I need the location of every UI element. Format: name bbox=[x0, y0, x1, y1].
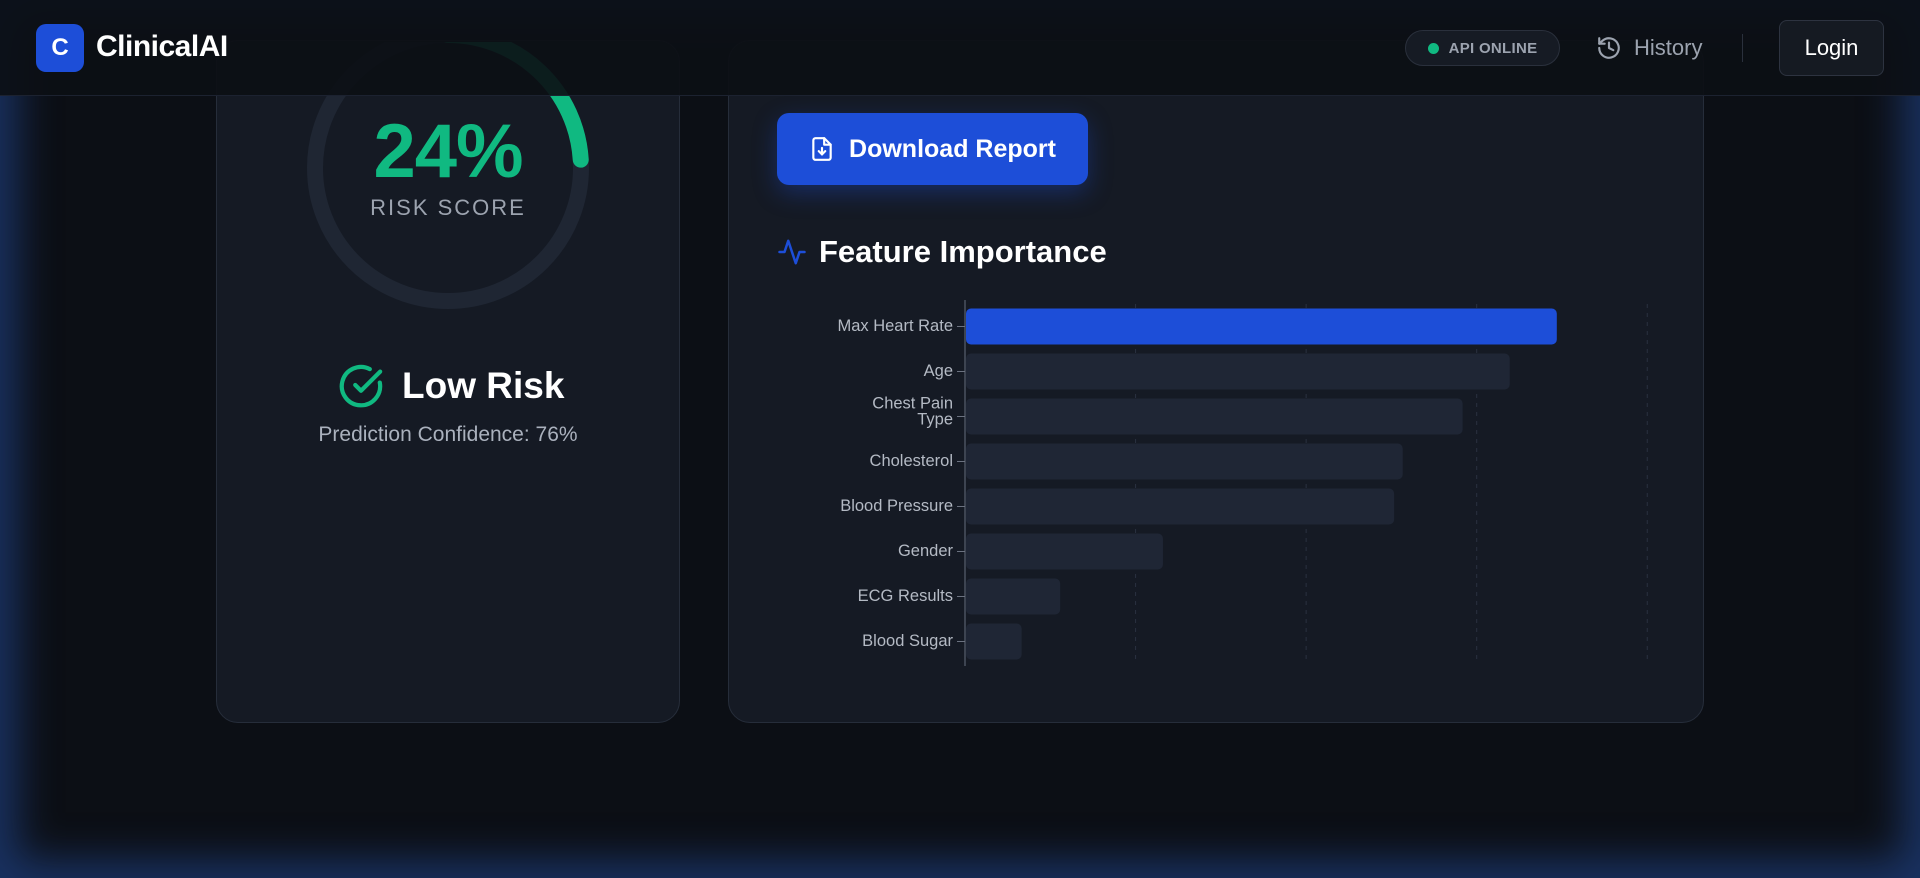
app-window: C ClinicalAI API ONLINE History Login 24… bbox=[0, 0, 1920, 878]
history-icon bbox=[1598, 37, 1620, 59]
risk-level-text: Low Risk bbox=[402, 365, 565, 406]
y-tick-label: Max Heart Rate bbox=[837, 317, 953, 335]
api-status-text: API ONLINE bbox=[1448, 39, 1538, 57]
activity-icon bbox=[778, 239, 806, 265]
download-report-button[interactable]: Download Report bbox=[777, 113, 1088, 185]
y-tick-label: Age bbox=[924, 362, 953, 380]
prediction-confidence: Prediction Confidence: 76% bbox=[318, 423, 578, 446]
risk-percent: 24% bbox=[373, 109, 523, 194]
bar bbox=[966, 308, 1557, 345]
download-report-label: Download Report bbox=[849, 134, 1056, 163]
y-tick-label: ECG Results bbox=[858, 587, 953, 605]
bar bbox=[966, 443, 1403, 480]
api-status-badge: API ONLINE bbox=[1405, 30, 1560, 66]
check-circle-icon bbox=[339, 364, 383, 408]
y-tick-label-line: Type bbox=[917, 411, 953, 429]
logo-mark: C bbox=[36, 24, 84, 72]
y-tick-label: Blood Pressure bbox=[840, 497, 953, 515]
app-name[interactable]: ClinicalAI bbox=[96, 30, 228, 64]
y-tick-label: Chest Pain Type bbox=[872, 395, 953, 429]
y-tick-label: Cholesterol bbox=[870, 452, 953, 470]
login-button[interactable]: Login bbox=[1779, 20, 1884, 76]
bar bbox=[966, 353, 1510, 390]
file-download-icon bbox=[812, 137, 832, 161]
y-tick-label: Blood Sugar bbox=[862, 632, 953, 650]
risk-level: Low Risk bbox=[338, 363, 564, 409]
y-tick-label: Gender bbox=[898, 542, 954, 560]
risk-score-label: RISK SCORE bbox=[370, 195, 526, 220]
feature-importance-title: Feature Importance bbox=[819, 234, 1107, 269]
bar bbox=[966, 623, 1022, 660]
bar bbox=[966, 398, 1463, 435]
bar bbox=[966, 533, 1163, 570]
bar bbox=[966, 578, 1061, 615]
top-header: C ClinicalAI API ONLINE History Login bbox=[0, 0, 1920, 96]
bar bbox=[966, 488, 1395, 525]
header-divider bbox=[1742, 34, 1743, 62]
feature-importance-heading: Feature Importance bbox=[777, 234, 1107, 270]
status-dot-icon bbox=[1427, 42, 1439, 54]
history-link[interactable]: History bbox=[1596, 30, 1702, 66]
history-label: History bbox=[1634, 35, 1703, 60]
feature-importance-chart: Max Heart Rate Age Chest Pain Type Cholester… bbox=[837, 300, 1648, 666]
